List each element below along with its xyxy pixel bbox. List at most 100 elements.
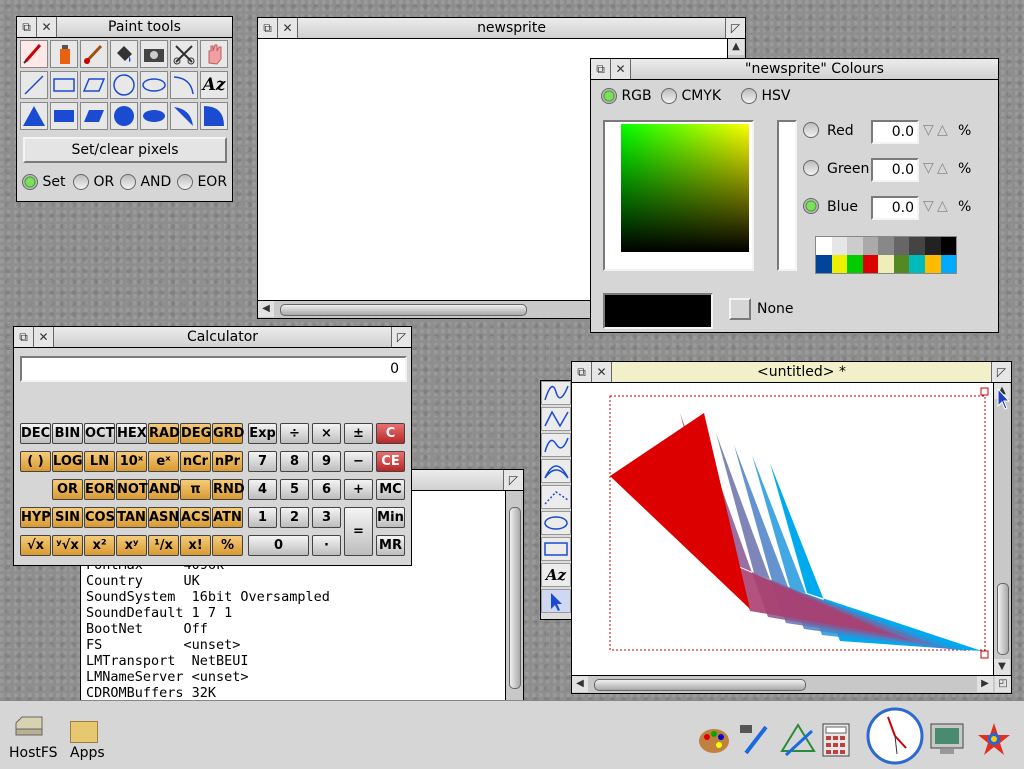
- calc-key[interactable]: %: [212, 535, 243, 556]
- calc-key[interactable]: 9: [312, 451, 341, 472]
- toggle-size-icon[interactable]: ◸: [503, 470, 523, 490]
- ellipse-tool-icon[interactable]: [541, 511, 571, 535]
- calc-key[interactable]: xʸ: [116, 535, 147, 556]
- calc-key[interactable]: ( ): [20, 451, 51, 472]
- brush-icon[interactable]: [80, 40, 108, 68]
- resize-icon[interactable]: ◰: [995, 676, 1011, 692]
- calc-key[interactable]: NOT: [116, 479, 148, 500]
- calc-key[interactable]: C: [376, 423, 405, 444]
- close-icon[interactable]: ✕: [592, 362, 612, 382]
- back-icon[interactable]: ⧉: [258, 18, 278, 38]
- back-icon[interactable]: ⧉: [572, 362, 592, 382]
- increment-icon[interactable]: △: [937, 198, 948, 214]
- calc-key[interactable]: GRD: [212, 423, 244, 444]
- camera-icon[interactable]: [140, 40, 168, 68]
- scroll-up-icon[interactable]: ▲: [728, 39, 744, 55]
- model-hsv[interactable]: HSV: [741, 88, 790, 104]
- horizontal-scrollbar[interactable]: ◀ ▶ ◰: [572, 675, 1011, 693]
- calculator-titlebar[interactable]: ⧉ ✕ Calculator ◸: [14, 327, 411, 348]
- calc-key[interactable]: ASN: [148, 507, 179, 528]
- circle-outline-icon[interactable]: [110, 71, 138, 99]
- scroll-left-icon[interactable]: ◀: [572, 676, 588, 692]
- calc-key[interactable]: HEX: [116, 423, 147, 444]
- calc-key[interactable]: 7: [248, 451, 277, 472]
- green-value-field[interactable]: 0.0: [871, 158, 919, 182]
- draw-canvas[interactable]: [572, 383, 993, 675]
- calc-key[interactable]: ×: [312, 423, 341, 444]
- scroll-thumb[interactable]: [509, 507, 521, 689]
- paint-icon[interactable]: [697, 723, 731, 761]
- calc-key[interactable]: Exp: [248, 423, 277, 444]
- calc-key[interactable]: MC: [376, 479, 405, 500]
- printer-edit-icon[interactable]: [736, 721, 772, 761]
- calc-key[interactable]: =: [344, 507, 373, 556]
- calc-key[interactable]: nCr: [180, 451, 211, 472]
- back-icon[interactable]: ⧉: [14, 327, 34, 347]
- close-icon[interactable]: ✕: [278, 18, 298, 38]
- calc-key[interactable]: Min: [376, 507, 405, 528]
- parallelogram-outline-icon[interactable]: [80, 71, 108, 99]
- red-value-field[interactable]: 0.0: [871, 120, 919, 144]
- scroll-right-icon[interactable]: ▶: [977, 676, 993, 692]
- draw-titlebar[interactable]: ⧉ ✕ <untitled> * ◸: [572, 362, 1011, 383]
- line-shape-icon[interactable]: [20, 71, 48, 99]
- palette-swatch[interactable]: [893, 237, 910, 255]
- scroll-left-icon[interactable]: ◀: [258, 301, 274, 317]
- calc-key[interactable]: DEC: [20, 423, 51, 444]
- channel-green[interactable]: Green 0.0 ▽ △ %: [803, 158, 993, 186]
- blue-value-field[interactable]: 0.0: [871, 196, 919, 220]
- increment-icon[interactable]: △: [937, 160, 948, 176]
- palette-swatch[interactable]: [847, 255, 863, 273]
- toggle-size-icon[interactable]: ◸: [725, 18, 745, 38]
- calc-key[interactable]: 0: [248, 535, 309, 556]
- calculator-icon[interactable]: [822, 723, 850, 761]
- calc-key[interactable]: TAN: [116, 507, 147, 528]
- calc-key[interactable]: LN: [84, 451, 115, 472]
- calc-key[interactable]: SIN: [52, 507, 83, 528]
- text-tool-icon[interactable]: Az: [541, 563, 571, 587]
- text-tool-icon[interactable]: Az: [200, 71, 228, 99]
- vertical-scrollbar[interactable]: ▼: [505, 491, 523, 731]
- calc-key[interactable]: DEG: [180, 423, 211, 444]
- palette-swatch[interactable]: [831, 237, 848, 255]
- scroll-thumb[interactable]: [280, 304, 527, 316]
- pencil-tool-icon[interactable]: [20, 40, 48, 68]
- rectangle-tool-icon[interactable]: [541, 537, 571, 561]
- dotted-line-tool-icon[interactable]: [541, 485, 571, 509]
- calc-key[interactable]: ±: [344, 423, 373, 444]
- calc-key[interactable]: RAD: [148, 423, 180, 444]
- calc-key[interactable]: x!: [180, 535, 211, 556]
- calc-key[interactable]: eˣ: [148, 451, 179, 472]
- calc-key[interactable]: ATN: [212, 507, 243, 528]
- calc-key[interactable]: π: [180, 479, 211, 500]
- increment-icon[interactable]: △: [937, 122, 948, 138]
- calc-key[interactable]: OR: [52, 479, 83, 500]
- palette-swatch[interactable]: [816, 237, 832, 255]
- close-icon[interactable]: ✕: [611, 59, 631, 79]
- calc-key[interactable]: CE: [376, 451, 405, 472]
- palette-swatch[interactable]: [831, 255, 848, 273]
- switcher-icon[interactable]: [976, 721, 1012, 761]
- calc-key[interactable]: 1: [248, 507, 277, 528]
- palette-swatch[interactable]: [847, 237, 863, 255]
- close-icon[interactable]: ✕: [37, 17, 57, 37]
- draw-icon[interactable]: [778, 721, 816, 763]
- calc-key[interactable]: EOR: [84, 479, 115, 500]
- calc-key[interactable]: ʸ√x: [52, 535, 83, 556]
- select-tool-icon[interactable]: [541, 589, 571, 613]
- decrement-icon[interactable]: ▽: [923, 122, 934, 138]
- calc-key[interactable]: −: [344, 451, 373, 472]
- calc-key[interactable]: 2: [280, 507, 309, 528]
- closed-bezier-tool-icon[interactable]: [541, 459, 571, 483]
- calc-key[interactable]: 4: [248, 479, 277, 500]
- toggle-size-icon[interactable]: ◸: [991, 362, 1011, 382]
- rectangle-outline-icon[interactable]: [50, 71, 78, 99]
- mode-and[interactable]: AND: [120, 174, 171, 190]
- calc-key[interactable]: 8: [280, 451, 309, 472]
- palette-swatch[interactable]: [878, 237, 894, 255]
- decrement-icon[interactable]: ▽: [923, 160, 934, 176]
- calc-key[interactable]: x²: [84, 535, 115, 556]
- calc-key[interactable]: nPr: [212, 451, 243, 472]
- palette-swatch[interactable]: [862, 237, 879, 255]
- palette-swatch[interactable]: [909, 255, 925, 273]
